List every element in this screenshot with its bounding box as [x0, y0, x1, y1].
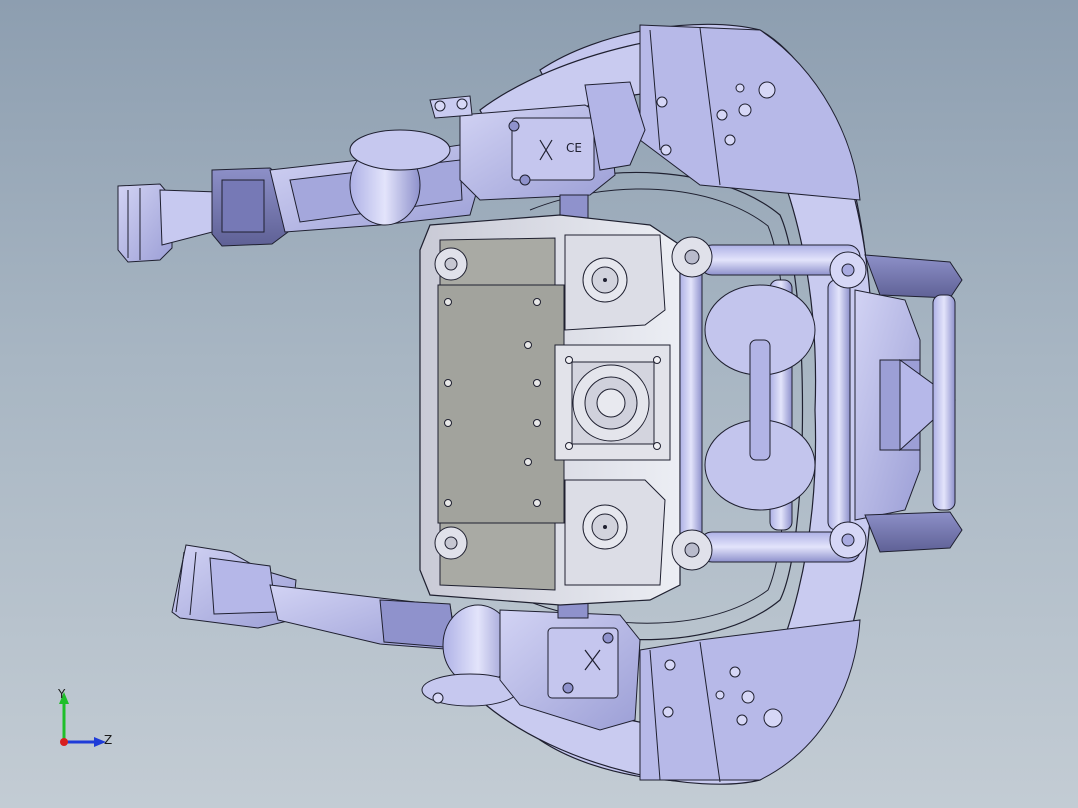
orientation-triad: Y Z: [57, 687, 112, 747]
main-body-frame[interactable]: [419, 214, 681, 606]
y-axis-label: Y: [57, 687, 66, 701]
z-axis-label: Z: [104, 733, 112, 747]
robot-model[interactable]: CE: [0, 0, 1078, 808]
x-axis-dot: [60, 738, 68, 746]
cad-viewport[interactable]: CE Y Z: [0, 0, 1078, 808]
ce-mark-upper: CE: [566, 141, 582, 155]
